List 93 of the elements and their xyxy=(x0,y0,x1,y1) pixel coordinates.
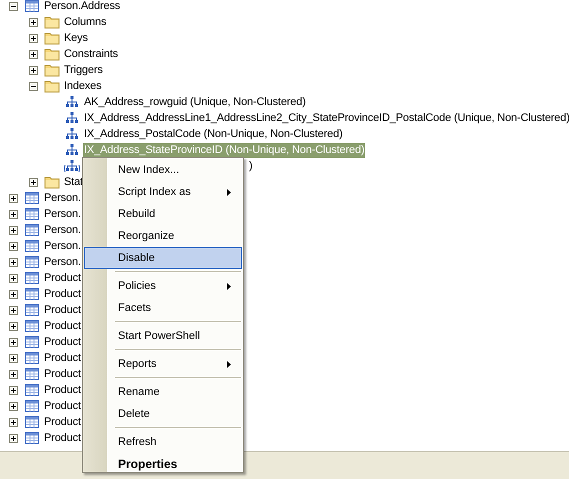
expand-icon[interactable] xyxy=(9,418,18,426)
folder-icon xyxy=(44,47,60,61)
table-icon xyxy=(24,255,40,269)
expand-icon[interactable] xyxy=(9,322,18,330)
table-icon xyxy=(24,303,40,317)
table-icon xyxy=(24,239,40,253)
tree-item[interactable]: Product xyxy=(43,414,82,430)
tree-item[interactable]: Person. xyxy=(43,222,82,238)
folder-icon xyxy=(44,79,60,93)
table-icon xyxy=(24,287,40,301)
tree-item[interactable]: Constraints xyxy=(63,46,119,62)
expand-icon[interactable] xyxy=(9,226,18,234)
tree-item[interactable]: Person. xyxy=(43,206,82,222)
tree-item[interactable]: Product xyxy=(43,286,82,302)
collapse-icon[interactable] xyxy=(9,2,18,10)
tree-item[interactable]: AK_Address_rowguid (Unique, Non-Clustered) xyxy=(83,94,307,110)
expand-icon[interactable] xyxy=(9,338,18,346)
table-icon xyxy=(24,319,40,333)
menu-item[interactable]: Policies xyxy=(84,275,242,297)
hierarchy-icon xyxy=(64,127,80,141)
expand-icon[interactable] xyxy=(9,274,18,282)
tree-item[interactable]: Triggers xyxy=(63,62,104,78)
tree-item[interactable]: Product xyxy=(43,398,82,414)
expand-icon[interactable] xyxy=(9,210,18,218)
tree-item[interactable]: Columns xyxy=(63,14,108,30)
expand-icon[interactable] xyxy=(9,354,18,362)
table-icon xyxy=(24,415,40,429)
hierarchy-icon xyxy=(64,111,80,125)
tree-item[interactable]: Product xyxy=(43,366,82,382)
menu-item[interactable]: Delete xyxy=(84,403,242,425)
expand-icon[interactable] xyxy=(29,66,38,74)
tree-item[interactable]: Stat xyxy=(63,174,84,190)
expand-icon[interactable] xyxy=(9,290,18,298)
expand-icon[interactable] xyxy=(9,258,18,266)
table-icon xyxy=(24,271,40,285)
menu-item[interactable]: Properties xyxy=(84,453,242,475)
menu-item[interactable]: Script Index as xyxy=(84,181,242,203)
expand-icon[interactable] xyxy=(29,178,38,186)
table-icon xyxy=(24,399,40,413)
table-icon xyxy=(24,431,40,445)
table-icon xyxy=(24,207,40,221)
menu-item[interactable]: Facets xyxy=(84,297,242,319)
table-icon xyxy=(24,223,40,237)
tree-item[interactable]: Person. xyxy=(43,190,82,206)
table-icon xyxy=(24,191,40,205)
tree-item[interactable]: Keys xyxy=(63,30,89,46)
hierarchy-icon xyxy=(64,143,80,157)
folder-icon xyxy=(44,31,60,45)
menu-item[interactable]: Disable xyxy=(84,247,242,269)
menu-item[interactable]: Reports xyxy=(84,353,242,375)
tree-item[interactable]: Person. xyxy=(43,238,82,254)
tree-item[interactable]: Product xyxy=(43,350,82,366)
table-icon xyxy=(24,351,40,365)
tree-item[interactable]: Product xyxy=(43,334,82,350)
menu-item[interactable]: New Index... xyxy=(84,159,242,181)
folder-icon xyxy=(44,15,60,29)
bracketed-hierarchy-icon xyxy=(64,159,80,173)
expand-icon[interactable] xyxy=(9,242,18,250)
menu-item[interactable]: Reorganize xyxy=(84,225,242,247)
menu-item[interactable]: Rename xyxy=(84,381,242,403)
menu-item[interactable]: Rebuild xyxy=(84,203,242,225)
expand-icon[interactable] xyxy=(9,386,18,394)
tree-item[interactable]: Indexes xyxy=(63,78,102,94)
menu-item[interactable]: Refresh xyxy=(84,431,242,453)
expand-icon[interactable] xyxy=(29,34,38,42)
tree-item[interactable]: IX_Address_AddressLine1_AddressLine2_City_StateProvinceID_PostalCode (Unique, Non-Clustered) xyxy=(83,110,569,126)
submenu-arrow-icon xyxy=(227,188,231,196)
expand-icon[interactable] xyxy=(9,402,18,410)
expand-icon[interactable] xyxy=(9,434,18,442)
folder-icon xyxy=(44,175,60,189)
expand-icon[interactable] xyxy=(9,370,18,378)
expand-icon[interactable] xyxy=(29,50,38,58)
expand-icon[interactable] xyxy=(29,18,38,26)
tree-item[interactable]: Product xyxy=(43,318,82,334)
table-icon xyxy=(24,367,40,381)
folder-icon xyxy=(44,63,60,77)
hierarchy-icon xyxy=(64,95,80,109)
collapse-icon[interactable] xyxy=(29,82,38,90)
tree-item[interactable]: Product xyxy=(43,270,82,286)
tree-item[interactable]: Product xyxy=(43,302,82,318)
tree-item[interactable]: Person.Address xyxy=(43,0,122,14)
expand-icon[interactable] xyxy=(9,194,18,202)
tree-item[interactable]: Person. xyxy=(43,254,82,270)
tree-item[interactable]: Product xyxy=(43,430,82,446)
expand-icon[interactable] xyxy=(9,306,18,314)
menu-item[interactable]: Start PowerShell xyxy=(84,325,242,347)
tree-item[interactable]: IX_Address_PostalCode (Non-Unique, Non-Clustered) xyxy=(83,126,344,142)
submenu-arrow-icon xyxy=(227,360,231,368)
submenu-arrow-icon xyxy=(227,282,231,290)
table-icon xyxy=(24,383,40,397)
tree-item[interactable]: Product xyxy=(43,382,82,398)
tree-item[interactable]: ) xyxy=(248,158,254,174)
table-icon xyxy=(24,335,40,349)
